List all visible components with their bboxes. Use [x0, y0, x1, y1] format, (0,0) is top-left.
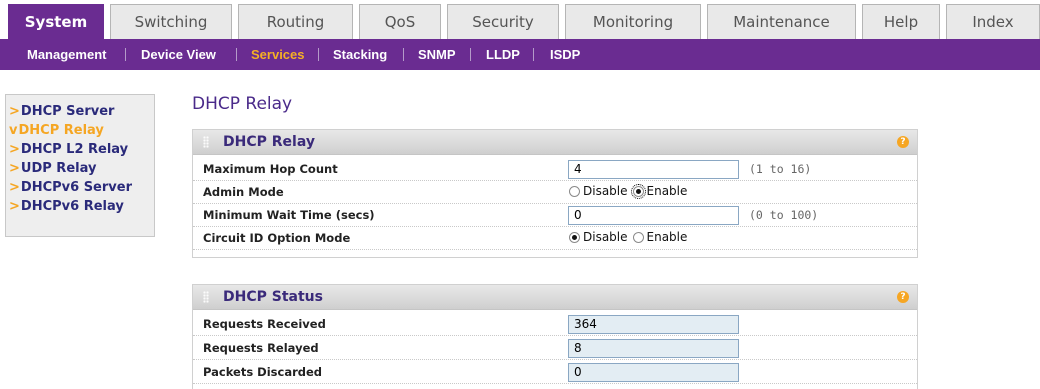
subnav-separator — [236, 48, 237, 61]
tab-index[interactable]: Index — [946, 4, 1040, 39]
radio-label: Disable — [583, 230, 628, 244]
sidebar-item-dhcpv6-server[interactable]: >DHCPv6 Server — [9, 180, 132, 195]
subnav-stacking[interactable]: Stacking — [333, 39, 387, 70]
radio-label: Enable — [646, 184, 688, 198]
chevron-right-icon: > — [9, 199, 20, 214]
field-label: Admin Mode — [203, 185, 284, 199]
requests-relayed-value: 8 — [568, 339, 739, 358]
admin-mode-disable-radio[interactable] — [569, 185, 580, 197]
field-label: Minimum Wait Time (secs) — [203, 208, 375, 222]
page-title: DHCP Relay — [192, 94, 293, 114]
range-hint: (0 to 100) — [749, 208, 819, 222]
tab-monitoring[interactable]: Monitoring — [565, 4, 701, 39]
tab-switching[interactable]: Switching — [110, 4, 232, 39]
circuit-id-enable-radio[interactable] — [632, 231, 644, 243]
admin-mode-row: Admin Mode Disable Enable — [193, 181, 917, 204]
packets-discarded-value: 0 — [568, 363, 739, 382]
radio-label: Disable — [583, 184, 628, 198]
subnav-snmp[interactable]: SNMP — [418, 39, 456, 70]
chevron-right-icon: > — [9, 142, 20, 157]
min-wait-time-input[interactable]: 0 — [568, 206, 739, 225]
max-hop-count-input[interactable]: 4 — [568, 160, 739, 179]
circuit-id-radio-group: Disable Enable — [569, 230, 692, 244]
tab-maintenance[interactable]: Maintenance — [707, 4, 856, 39]
dhcp-status-panel: DHCP Status ? Requests Received 364 Requ… — [192, 284, 918, 389]
field-label: Circuit ID Option Mode — [203, 231, 351, 245]
help-icon[interactable]: ? — [897, 291, 909, 303]
subnav-separator — [125, 48, 126, 61]
requests-relayed-row: Requests Relayed 8 — [193, 337, 917, 360]
chevron-right-icon: > — [9, 161, 20, 176]
sub-nav-bar: Management Device View Services Stacking… — [0, 39, 1040, 70]
requests-received-value: 364 — [568, 315, 739, 334]
field-label: Requests Relayed — [203, 341, 319, 355]
sidebar-item-dhcp-l2-relay[interactable]: >DHCP L2 Relay — [9, 142, 128, 157]
sidebar: >DHCP Server vDHCP Relay >DHCP L2 Relay … — [5, 94, 155, 237]
help-icon[interactable]: ? — [897, 136, 909, 148]
grip-icon — [203, 291, 209, 303]
sidebar-item-dhcp-server[interactable]: >DHCP Server — [9, 104, 114, 119]
sidebar-item-udp-relay[interactable]: >UDP Relay — [9, 161, 96, 176]
packets-discarded-row: Packets Discarded 0 — [193, 361, 917, 384]
chevron-right-icon: > — [9, 104, 20, 119]
tab-help[interactable]: Help — [862, 4, 940, 39]
field-label: Requests Received — [203, 317, 326, 331]
tab-routing[interactable]: Routing — [238, 4, 353, 39]
tab-qos[interactable]: QoS — [359, 4, 441, 39]
sidebar-item-dhcp-relay[interactable]: vDHCP Relay — [9, 123, 104, 138]
subnav-services[interactable]: Services — [251, 39, 305, 70]
subnav-separator — [533, 48, 534, 61]
chevron-right-icon: > — [9, 180, 20, 195]
subnav-separator — [403, 48, 404, 61]
requests-received-row: Requests Received 364 — [193, 313, 917, 336]
panel-header: DHCP Status ? — [193, 285, 917, 310]
max-hop-count-row: Maximum Hop Count 4 (1 to 16) — [193, 158, 917, 181]
subnav-separator — [470, 48, 471, 61]
field-label: Maximum Hop Count — [203, 162, 338, 176]
circuit-id-option-row: Circuit ID Option Mode Disable Enable — [193, 227, 917, 250]
min-wait-time-row: Minimum Wait Time (secs) 0 (0 to 100) — [193, 204, 917, 227]
admin-mode-radio-group: Disable Enable — [569, 183, 692, 199]
admin-mode-enable-radio[interactable] — [630, 183, 646, 199]
radio-label: Enable — [646, 230, 688, 244]
grip-icon — [203, 136, 209, 148]
chevron-down-icon: v — [9, 123, 18, 138]
subnav-isdp[interactable]: ISDP — [550, 39, 580, 70]
subnav-device-view[interactable]: Device View — [141, 39, 216, 70]
panel-title: DHCP Status — [223, 289, 323, 305]
field-label: Packets Discarded — [203, 365, 323, 379]
circuit-id-disable-radio[interactable] — [569, 231, 580, 243]
sidebar-item-dhcpv6-relay[interactable]: >DHCPv6 Relay — [9, 199, 124, 214]
range-hint: (1 to 16) — [749, 162, 812, 176]
panel-header: DHCP Relay ? — [193, 130, 917, 155]
tab-system[interactable]: System — [8, 4, 104, 39]
main-tab-bar: System Switching Routing QoS Security Mo… — [0, 0, 1040, 39]
tab-security[interactable]: Security — [447, 4, 559, 39]
subnav-lldp[interactable]: LLDP — [486, 39, 520, 70]
dhcp-relay-panel: DHCP Relay ? Maximum Hop Count 4 (1 to 1… — [192, 129, 918, 258]
subnav-management[interactable]: Management — [27, 39, 106, 70]
panel-title: DHCP Relay — [223, 134, 315, 150]
subnav-separator — [318, 48, 319, 61]
